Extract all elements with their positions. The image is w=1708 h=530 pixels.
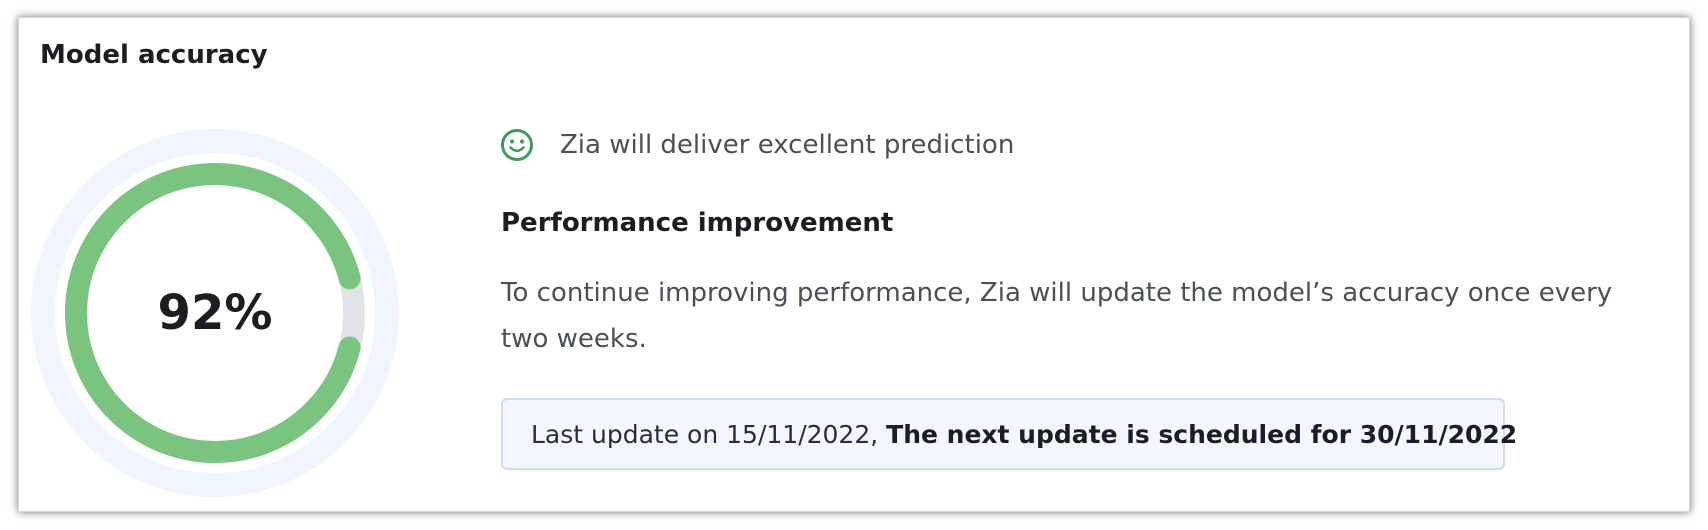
last-update-text: Last update on 15/11/2022,: [531, 419, 879, 449]
status-text: Zia will deliver excellent prediction: [560, 130, 1015, 160]
performance-description: To continue improving performance, Zia w…: [501, 278, 1613, 354]
update-schedule-box: Last update on 15/11/2022, The next upda…: [501, 398, 1517, 470]
next-update-text: The next update is scheduled for 30/11/2…: [886, 419, 1518, 449]
model-accuracy-card: Model accuracy 92% Zia will deliver exce…: [18, 17, 1690, 512]
accuracy-gauge: 92%: [31, 129, 399, 497]
accuracy-value: 92%: [157, 285, 273, 341]
prediction-status: Zia will deliver excellent prediction: [500, 128, 1014, 162]
card-title: Model accuracy: [40, 40, 268, 70]
smiley-face-icon: [500, 128, 534, 162]
performance-heading: Performance improvement: [501, 208, 894, 238]
